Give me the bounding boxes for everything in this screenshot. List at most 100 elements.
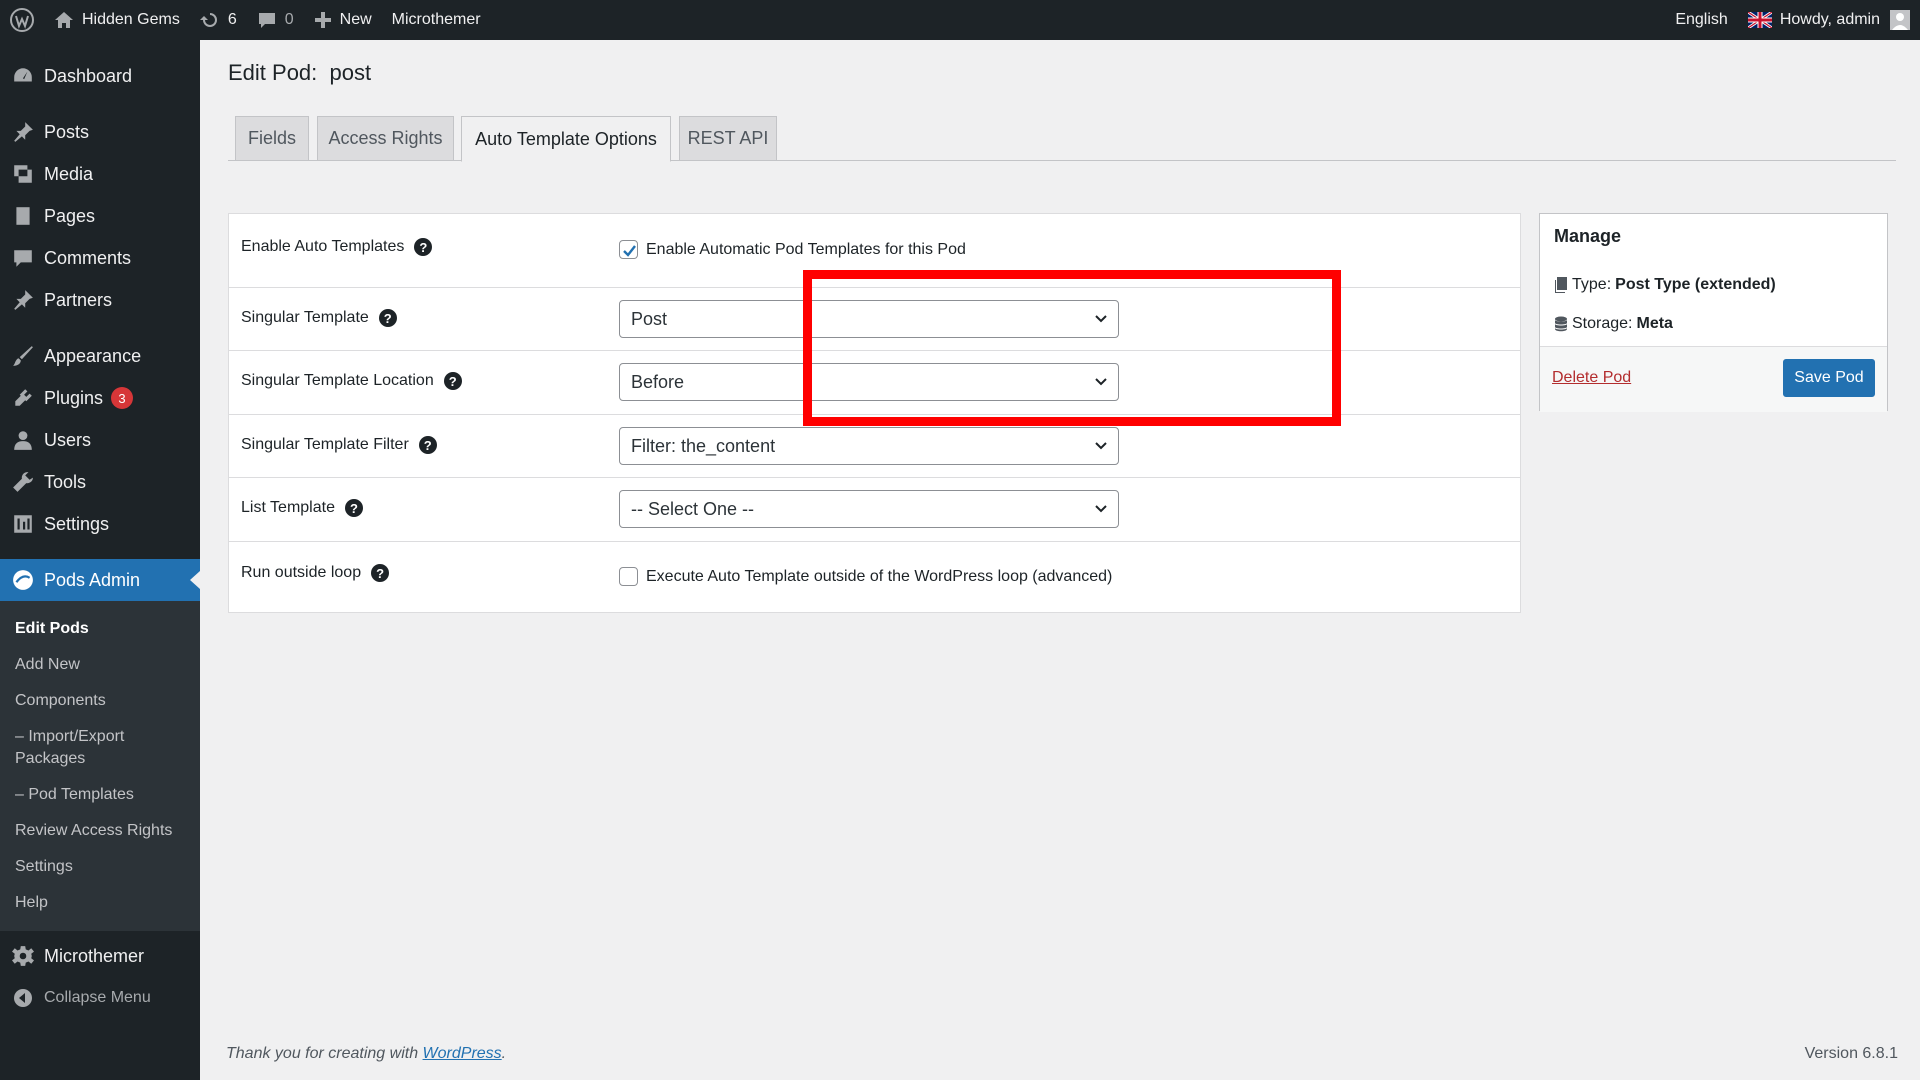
account-menu[interactable]: Howdy, admin (1738, 0, 1920, 40)
sidebar-item-label: Users (44, 429, 92, 450)
tab-auto-template-options[interactable]: Auto Template Options (461, 116, 671, 162)
chevron-down-icon (1095, 442, 1107, 450)
submenu-review-access[interactable]: Review Access Rights (0, 813, 200, 849)
tab-fields[interactable]: Fields (235, 116, 309, 161)
new-content-link[interactable]: New (304, 0, 382, 40)
pods-admin-submenu: Edit Pods Add New Components – Import/Ex… (0, 601, 200, 931)
microthemer-link[interactable]: Microthemer (382, 0, 491, 40)
site-name-link[interactable]: Hidden Gems (44, 0, 190, 40)
submenu-pod-templates[interactable]: – Pod Templates (0, 777, 200, 813)
page-title: Edit Pod: post (228, 60, 372, 85)
sidebar-item-microthemer[interactable]: Microthemer (0, 935, 200, 977)
greeting: Howdy, admin (1779, 11, 1880, 28)
microthemer-label: Microthemer (391, 11, 481, 28)
singular-template-select[interactable]: Post (619, 300, 1119, 338)
footer-version: Version 6.8.1 (1804, 1045, 1898, 1062)
label-run-outside-loop: Run outside loop ? (241, 564, 390, 582)
help-icon[interactable]: ? (371, 564, 390, 582)
updates-link[interactable]: 6 (190, 0, 247, 40)
help-icon[interactable]: ? (344, 499, 363, 517)
sidebar-item-label: Pods Admin (44, 569, 141, 590)
sidebar-item-plugins[interactable]: Plugins 3 (0, 377, 200, 419)
submenu-import-export[interactable]: – Import/Export Packages (0, 719, 200, 777)
pod-type-row: Type: Post Type (extended) (1554, 276, 1776, 294)
avatar-icon (1890, 10, 1910, 30)
submenu-edit-pods[interactable]: Edit Pods (0, 611, 200, 647)
sidebar-item-label: Posts (44, 121, 90, 142)
chevron-down-icon (1095, 505, 1107, 513)
sidebar-item-comments[interactable]: Comments (0, 237, 200, 279)
label-text: Run outside loop (241, 564, 362, 581)
delete-pod-link[interactable]: Delete Pod (1552, 369, 1631, 387)
wordpress-logo-icon (10, 8, 34, 32)
admin-bar: Hidden Gems 6 0 New Microthemer English … (0, 0, 1920, 40)
help-icon[interactable]: ? (418, 436, 437, 454)
wordpress-link[interactable]: WordPress (423, 1045, 502, 1062)
tab-access-rights[interactable]: Access Rights (317, 116, 454, 161)
collapse-label: Collapse Menu (44, 989, 151, 1006)
sidebar-item-dashboard[interactable]: Dashboard (0, 55, 200, 97)
site-name: Hidden Gems (82, 11, 180, 28)
label-singular-template-filter: Singular Template Filter ? (241, 436, 437, 454)
label-text: Enable Auto Templates (241, 238, 405, 255)
submenu-help[interactable]: Help (0, 885, 200, 921)
comment-icon (258, 13, 275, 28)
singular-template-filter-select[interactable]: Filter: the_content (619, 427, 1119, 465)
label-list-template: List Template ? (241, 499, 363, 517)
row-singular-template-filter: Singular Template Filter ? Filter: the_c… (229, 415, 1520, 478)
help-icon[interactable]: ? (443, 372, 462, 390)
sidebar-item-settings[interactable]: Settings (0, 503, 200, 545)
run-outside-loop-option[interactable]: Execute Auto Template outside of the Wor… (619, 567, 1112, 586)
home-icon (55, 12, 73, 28)
wrench-icon (10, 469, 36, 495)
manage-actions: Delete Pod Save Pod (1540, 346, 1887, 412)
storage-label: Storage: (1572, 315, 1633, 332)
enable-auto-templates-text: Enable Automatic Pod Templates for this … (646, 240, 966, 258)
select-value: Post (631, 308, 668, 329)
submenu-add-new[interactable]: Add New (0, 647, 200, 683)
comments-count: 0 (284, 11, 294, 28)
database-icon (1555, 316, 1567, 332)
footer-period: . (501, 1045, 507, 1062)
sidebar-item-partners[interactable]: Partners (0, 279, 200, 321)
checkmark-icon (623, 245, 636, 257)
uk-flag-icon (1747, 12, 1772, 28)
comments-link[interactable]: 0 (247, 0, 304, 40)
tab-rest-api[interactable]: REST API (679, 116, 777, 161)
sidebar-item-posts[interactable]: Posts (0, 111, 200, 153)
sidebar-item-pods-admin[interactable]: Pods Admin (0, 559, 200, 601)
save-pod-button[interactable]: Save Pod (1783, 359, 1875, 397)
storage-value: Meta (1636, 315, 1673, 332)
language-switcher[interactable]: English (1665, 0, 1737, 40)
submenu-components[interactable]: Components (0, 683, 200, 719)
sidebar-item-media[interactable]: Media (0, 153, 200, 195)
main-content: Edit Pod: post Fields Access Rights Auto… (200, 40, 1920, 1080)
list-template-select[interactable]: -- Select One -- (619, 490, 1119, 528)
enable-auto-templates-option[interactable]: Enable Automatic Pod Templates for this … (619, 240, 966, 259)
submenu-settings[interactable]: Settings (0, 849, 200, 885)
collapse-menu-button[interactable]: Collapse Menu (0, 977, 200, 1019)
sidebar-item-label: Comments (44, 247, 132, 268)
run-outside-loop-checkbox[interactable] (619, 567, 638, 586)
sidebar-item-appearance[interactable]: Appearance (0, 335, 200, 377)
row-run-outside-loop: Run outside loop ? Execute Auto Template… (229, 542, 1520, 614)
chevron-down-icon (1095, 378, 1107, 386)
label-singular-template-location: Singular Template Location ? (241, 372, 462, 390)
singular-template-location-select[interactable]: Before (619, 363, 1119, 401)
manage-panel: Manage Type: Post Type (extended) Storag… (1539, 213, 1888, 412)
plugins-update-badge: 3 (111, 387, 134, 409)
sidebar-item-label: Dashboard (44, 65, 133, 86)
help-icon[interactable]: ? (378, 309, 397, 327)
enable-auto-templates-checkbox[interactable] (619, 240, 638, 259)
help-icon[interactable]: ? (414, 238, 433, 256)
sidebar-item-label: Media (44, 163, 94, 184)
sidebar-item-pages[interactable]: Pages (0, 195, 200, 237)
sidebar-item-label: Plugins (44, 387, 104, 408)
sidebar-item-users[interactable]: Users (0, 419, 200, 461)
plugin-icon (10, 385, 36, 411)
select-value: -- Select One -- (631, 498, 755, 519)
sidebar-item-tools[interactable]: Tools (0, 461, 200, 503)
wordpress-logo-button[interactable] (0, 0, 44, 40)
pod-storage-row: Storage: Meta (1554, 315, 1673, 333)
language-label: English (1675, 11, 1728, 28)
